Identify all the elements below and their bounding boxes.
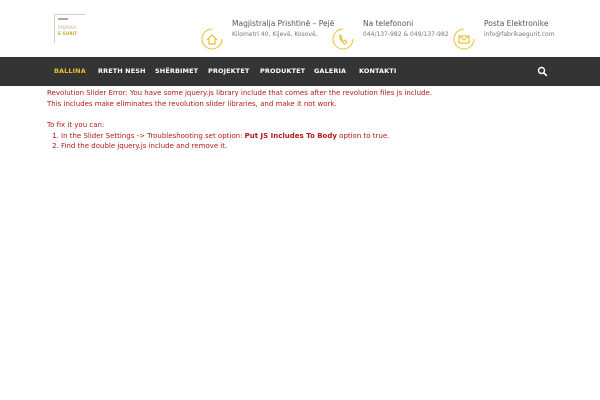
fix-step-2: Find the double jquery.js include and re…: [61, 141, 587, 152]
contact-address-detail: Kilometri 40, Kijevë, Kosovë.: [232, 31, 318, 38]
nav-item-ballina[interactable]: BALLINA: [54, 57, 86, 86]
nav-item-kontakti[interactable]: KONTAKTI: [359, 57, 396, 86]
nav-item-rreth-nesh[interactable]: RRETH NESH: [98, 57, 146, 86]
home-icon: [201, 28, 223, 50]
main-nav: BALLINA RRETH NESH SHËRBIMET PROJEKTET P…: [0, 57, 600, 86]
logo-line-1: FABRIKA: [58, 25, 77, 30]
contact-phone-title: Na telefononi: [363, 19, 414, 28]
nav-item-sherbimet[interactable]: SHËRBIMET: [155, 57, 198, 86]
fix-step-1: In the Slider Settings -> Troubleshootin…: [61, 131, 587, 142]
nav-item-produktet[interactable]: PRODUKTET: [260, 57, 305, 86]
nav-item-projektet[interactable]: PROJEKTET: [208, 57, 249, 86]
logo[interactable]: FABRIKA E GURIT: [54, 14, 85, 43]
fix-intro: To fix it you can:: [47, 121, 105, 129]
phone-icon: [332, 28, 354, 50]
contact-email-title: Posta Elektronike: [484, 19, 549, 28]
error-line-2: This includes make eliminates the revolu…: [47, 99, 337, 108]
error-line-1: Revolution Slider Error: You have some j…: [47, 89, 432, 97]
contact-phone-numbers: 044/137-982 & 049/137-982: [363, 31, 449, 38]
contact-address-title: Magjistralja Prishtinë – Pejë: [232, 19, 335, 28]
mail-icon: [453, 28, 475, 50]
contact-email-address[interactable]: info@fabrikaegurit.com: [484, 31, 555, 38]
fix-steps: In the Slider Settings -> Troubleshootin…: [47, 131, 587, 152]
slider-error-message: Revolution Slider Error: You have some j…: [47, 88, 587, 152]
nav-item-galeria[interactable]: GALERIA: [314, 57, 346, 86]
logo-mark: [58, 18, 68, 20]
fix-step-1-option: Put JS Includes To Body: [244, 131, 337, 140]
header: FABRIKA E GURIT Magjistralja Prishtinë –…: [0, 0, 600, 57]
logo-line-2: E GURIT: [58, 31, 78, 36]
search-icon[interactable]: [537, 66, 548, 77]
